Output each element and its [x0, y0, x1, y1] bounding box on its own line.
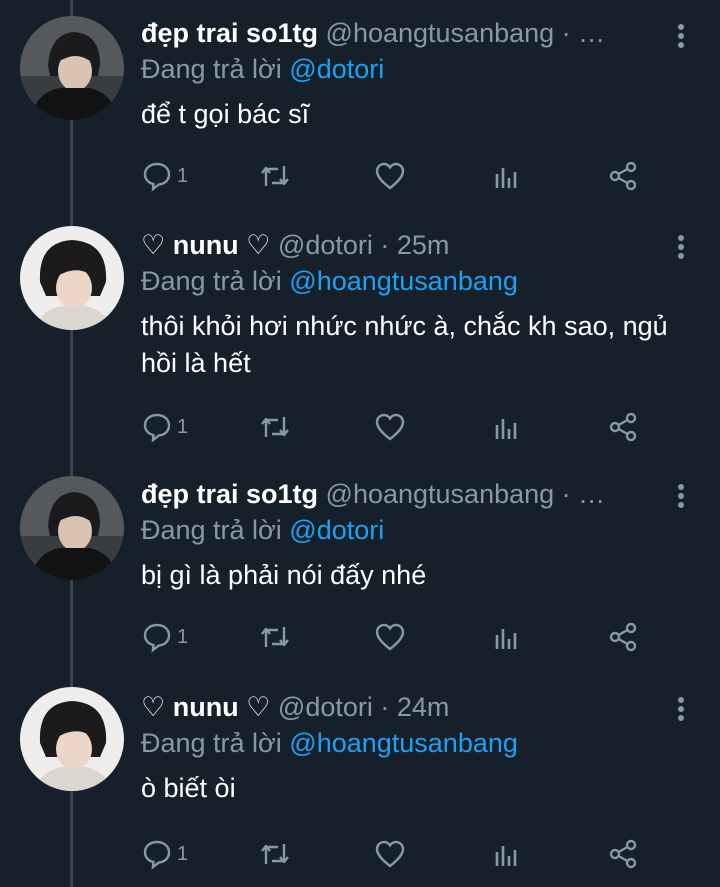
- like-button[interactable]: [373, 158, 407, 194]
- reply-count: 1: [177, 415, 189, 438]
- tweet-header: ♡ nunu ♡ @dotori · 24m: [141, 690, 680, 724]
- analytics-button[interactable]: [493, 619, 521, 655]
- replying-to-handle[interactable]: @hoangtusanbang: [289, 728, 518, 758]
- tweet-actions: 1: [141, 836, 641, 872]
- retweet-icon: [261, 844, 289, 864]
- replying-to-label: Đang trả lời: [141, 266, 282, 296]
- more-vertical-icon[interactable]: [678, 24, 686, 51]
- analytics-icon: [495, 419, 517, 439]
- analytics-button[interactable]: [493, 409, 521, 445]
- avatar[interactable]: [20, 476, 124, 580]
- analytics-icon: [495, 846, 517, 866]
- heart-icon: [375, 623, 405, 651]
- reply-button[interactable]: 1: [141, 158, 188, 194]
- replying-to-handle[interactable]: @dotori: [289, 54, 384, 84]
- reply-button[interactable]: 1: [141, 836, 188, 872]
- reply-count: 1: [177, 842, 189, 865]
- replying-to-label: Đang trả lời: [141, 515, 282, 545]
- user-handle[interactable]: @hoangtusanbang: [326, 18, 555, 48]
- replying-to: Đang trả lời @dotori: [141, 511, 680, 549]
- user-handle[interactable]: @dotori: [278, 230, 373, 260]
- analytics-button[interactable]: [493, 836, 521, 872]
- retweet-icon: [261, 166, 289, 186]
- tweet-time: · 25m: [380, 230, 450, 260]
- tweet-header: ♡ nunu ♡ @dotori · 25m: [141, 228, 680, 262]
- analytics-icon: [495, 168, 517, 188]
- reply-bubble-icon: [143, 413, 171, 443]
- share-button[interactable]: [607, 158, 639, 194]
- avatar[interactable]: [20, 687, 124, 791]
- replying-to-handle[interactable]: @dotori: [289, 515, 384, 545]
- display-name[interactable]: ♡ nunu ♡: [141, 692, 270, 722]
- display-name[interactable]: đẹp trai so1tg: [141, 479, 318, 509]
- more-vertical-icon[interactable]: [678, 235, 686, 262]
- tweet-header: đẹp trai so1tg @hoangtusanbang · …: [141, 16, 680, 50]
- tweet-text: ò biết òi: [141, 773, 236, 803]
- reply-count: 1: [177, 625, 189, 648]
- share-button[interactable]: [607, 836, 639, 872]
- more-vertical-icon[interactable]: [678, 697, 686, 724]
- display-name[interactable]: đẹp trai so1tg: [141, 18, 318, 48]
- retweet-icon: [261, 627, 289, 647]
- like-button[interactable]: [373, 619, 407, 655]
- user-handle[interactable]: @dotori: [278, 692, 373, 722]
- tweet-actions: 1: [141, 158, 641, 194]
- heart-icon: [375, 162, 405, 190]
- retweet-button[interactable]: [257, 158, 293, 194]
- share-icon: [609, 622, 637, 652]
- heart-icon: [375, 413, 405, 441]
- tweet-text: để t gọi bác sĩ: [141, 99, 310, 129]
- share-icon: [609, 839, 637, 869]
- tweet-text: bị gì là phải nói đấy nhé: [141, 560, 427, 590]
- tweet-time: · …: [561, 479, 606, 509]
- share-button[interactable]: [607, 619, 639, 655]
- avatar[interactable]: [20, 226, 124, 330]
- avatar[interactable]: [20, 16, 124, 120]
- tweet-actions: 1: [141, 409, 641, 445]
- analytics-button[interactable]: [493, 158, 521, 194]
- replying-to-label: Đang trả lời: [141, 54, 282, 84]
- reply-bubble-icon: [143, 162, 171, 192]
- share-icon: [609, 412, 637, 442]
- reply-button[interactable]: 1: [141, 409, 188, 445]
- replying-to-label: Đang trả lời: [141, 728, 282, 758]
- tweet-text: thôi khỏi hơi nhức nhức à, chắc kh sao, …: [141, 311, 668, 378]
- share-icon: [609, 161, 637, 191]
- like-button[interactable]: [373, 836, 407, 872]
- replying-to: Đang trả lời @hoangtusanbang: [141, 724, 680, 762]
- user-handle[interactable]: @hoangtusanbang: [326, 479, 555, 509]
- tweet-header: đẹp trai so1tg @hoangtusanbang · …: [141, 477, 680, 511]
- reply-button[interactable]: 1: [141, 619, 188, 655]
- replying-to-handle[interactable]: @hoangtusanbang: [289, 266, 518, 296]
- replying-to: Đang trả lời @hoangtusanbang: [141, 262, 680, 300]
- retweet-icon: [261, 417, 289, 437]
- reply-count: 1: [177, 164, 189, 187]
- analytics-icon: [495, 629, 517, 649]
- tweet-actions: 1: [141, 619, 641, 655]
- retweet-button[interactable]: [257, 619, 293, 655]
- retweet-button[interactable]: [257, 836, 293, 872]
- like-button[interactable]: [373, 409, 407, 445]
- tweet-time: · …: [561, 18, 606, 48]
- heart-icon: [375, 840, 405, 868]
- more-vertical-icon[interactable]: [678, 484, 686, 511]
- retweet-button[interactable]: [257, 409, 293, 445]
- reply-bubble-icon: [143, 840, 171, 870]
- tweet-time: · 24m: [380, 692, 450, 722]
- share-button[interactable]: [607, 409, 639, 445]
- reply-bubble-icon: [143, 623, 171, 653]
- replying-to: Đang trả lời @dotori: [141, 50, 680, 88]
- display-name[interactable]: ♡ nunu ♡: [141, 230, 270, 260]
